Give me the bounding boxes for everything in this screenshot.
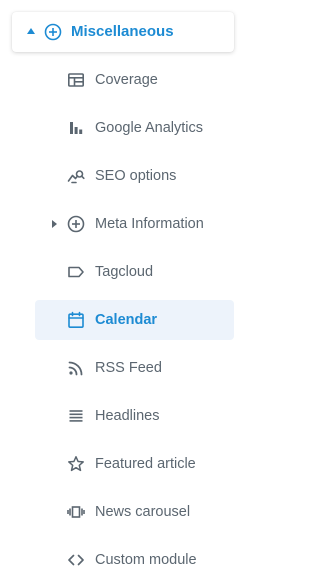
menu-item-coverage[interactable]: Coverage [35, 60, 234, 100]
star-icon [67, 455, 85, 473]
menu-item-label: News carousel [95, 504, 191, 520]
menu-item-rss-feed[interactable]: RSS Feed [35, 348, 234, 388]
tag-icon [67, 263, 85, 281]
coverage-layout-icon [67, 71, 85, 89]
code-brackets-icon [67, 551, 85, 569]
menu-item-meta-information[interactable]: Meta Information [35, 204, 234, 244]
menu-item-label: Meta Information [95, 216, 204, 232]
menu-item-featured-article[interactable]: Featured article [35, 444, 234, 484]
menu-item-calendar[interactable]: Calendar [35, 300, 234, 340]
menu-item-seo-options[interactable]: SEO options [35, 156, 234, 196]
menu-item-google-analytics[interactable]: Google Analytics [35, 108, 234, 148]
menu-item-tagcloud[interactable]: Tagcloud [35, 252, 234, 292]
menu-item-headlines[interactable]: Headlines [35, 396, 234, 436]
menu-item-label: Tagcloud [95, 264, 154, 280]
menu-item-label: Custom module [95, 552, 197, 568]
seo-trend-magnifier-icon [67, 167, 85, 185]
plus-circle-icon [44, 23, 62, 41]
carousel-icon [67, 503, 85, 521]
bar-chart-icon [67, 119, 85, 137]
menu-item-label: SEO options [95, 168, 177, 184]
plus-circle-icon [67, 215, 85, 233]
caret-right-icon[interactable] [52, 219, 57, 228]
sidebar-panel: Miscellaneous Coverage Google Analytics [0, 0, 256, 585]
menu-item-label: RSS Feed [95, 360, 162, 376]
section-title: Miscellaneous [71, 23, 174, 40]
menu-item-label: Coverage [95, 72, 158, 88]
list-lines-icon [67, 407, 85, 425]
rss-icon [67, 359, 85, 377]
menu-item-label: Headlines [95, 408, 160, 424]
menu-item-label: Google Analytics [95, 120, 204, 136]
menu-item-news-carousel[interactable]: News carousel [35, 492, 234, 532]
menu-item-label: Featured article [95, 456, 196, 472]
section-miscellaneous[interactable]: Miscellaneous [12, 12, 234, 52]
menu-item-custom-module[interactable]: Custom module [35, 540, 234, 580]
caret-up-icon[interactable] [27, 28, 35, 34]
calendar-icon [67, 311, 85, 329]
menu-item-label: Calendar [95, 312, 158, 328]
